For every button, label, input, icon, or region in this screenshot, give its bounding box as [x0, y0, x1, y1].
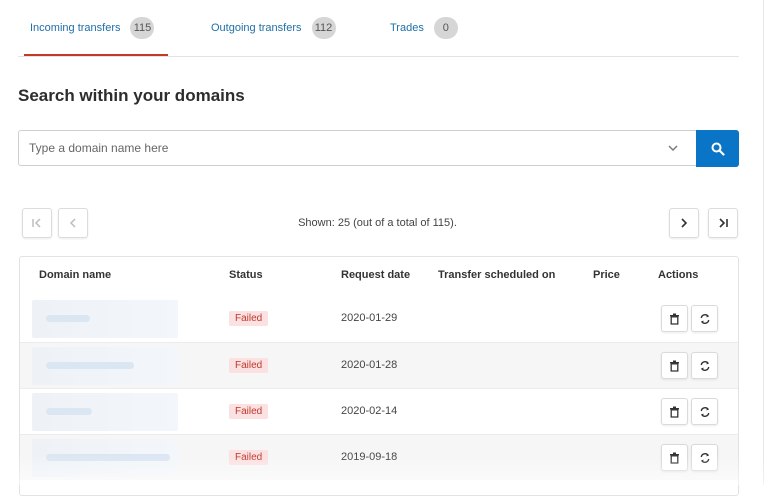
magnifier-icon [711, 142, 725, 156]
refresh-icon [700, 406, 709, 417]
request-date: 2020-01-28 [341, 359, 398, 371]
last-page-icon [719, 218, 728, 228]
table-row: Failed 2020-02-14 [20, 388, 738, 434]
delete-button[interactable] [661, 444, 688, 471]
next-page-button[interactable] [669, 208, 699, 238]
tab-label: Outgoing transfers [211, 21, 302, 34]
first-page-icon [32, 218, 41, 228]
search-button[interactable] [696, 130, 739, 167]
column-header-domain: Domain name [39, 269, 112, 281]
column-header-request-date: Request date [341, 269, 411, 281]
refresh-icon [700, 452, 709, 463]
transfer-tabs: Incoming transfers 115 Outgoing transfer… [18, 0, 739, 57]
retry-button[interactable] [691, 398, 718, 425]
table-row: Failed 2020-01-29 [20, 296, 738, 342]
status-badge: Failed [229, 311, 269, 326]
column-header-actions: Actions [658, 269, 699, 281]
request-date: 2020-01-29 [341, 312, 398, 324]
tab-label: Trades [390, 21, 424, 34]
status-badge: Failed [229, 404, 269, 419]
tab-count-badge: 112 [311, 16, 336, 39]
retry-button[interactable] [691, 444, 718, 471]
search-field [18, 130, 696, 166]
refresh-icon [700, 313, 709, 324]
chevron-right-icon [681, 218, 688, 228]
last-page-button[interactable] [708, 208, 738, 238]
transfers-table: Domain name Status Request date Transfer… [19, 256, 739, 496]
delete-button[interactable] [661, 398, 688, 425]
delete-button[interactable] [661, 352, 688, 379]
table-row: Failed 2020-01-28 [20, 342, 738, 388]
column-header-price: Price [593, 269, 620, 281]
first-page-button[interactable] [22, 208, 52, 238]
tab-label: Incoming transfers [30, 21, 121, 34]
tab-outgoing-transfers[interactable]: Outgoing transfers 112 [211, 0, 336, 55]
tab-count-badge: 0 [433, 16, 458, 39]
trash-icon [670, 313, 679, 325]
table-row: Failed 2019-09-18 [20, 434, 738, 480]
status-badge: Failed [229, 358, 269, 373]
column-header-transfer-scheduled: Transfer scheduled on [438, 269, 556, 281]
refresh-icon [700, 360, 709, 371]
trash-icon [670, 406, 679, 418]
trash-icon [670, 360, 679, 372]
status-badge: Failed [229, 450, 269, 465]
chevron-left-icon [69, 218, 76, 228]
tab-incoming-transfers[interactable]: Incoming transfers 115 [23, 0, 170, 56]
retry-button[interactable] [691, 352, 718, 379]
tab-trades[interactable]: Trades 0 [390, 0, 458, 55]
page-heading: Search within your domains [18, 86, 245, 105]
domain-name-redacted [32, 393, 178, 431]
chevron-down-icon[interactable] [668, 143, 678, 153]
column-header-status: Status [229, 269, 263, 281]
pagination-summary: Shown: 25 (out of a total of 115). [298, 217, 457, 229]
delete-button[interactable] [661, 305, 688, 332]
domain-name-redacted [32, 300, 178, 338]
request-date: 2019-09-18 [341, 451, 398, 463]
trash-icon [670, 452, 679, 464]
retry-button[interactable] [691, 305, 718, 332]
search-input[interactable] [29, 131, 649, 165]
request-date: 2020-02-14 [341, 405, 398, 417]
previous-page-button[interactable] [58, 208, 88, 238]
domain-name-redacted [32, 347, 178, 385]
domain-name-redacted [32, 439, 178, 477]
tab-count-badge: 115 [130, 16, 155, 39]
